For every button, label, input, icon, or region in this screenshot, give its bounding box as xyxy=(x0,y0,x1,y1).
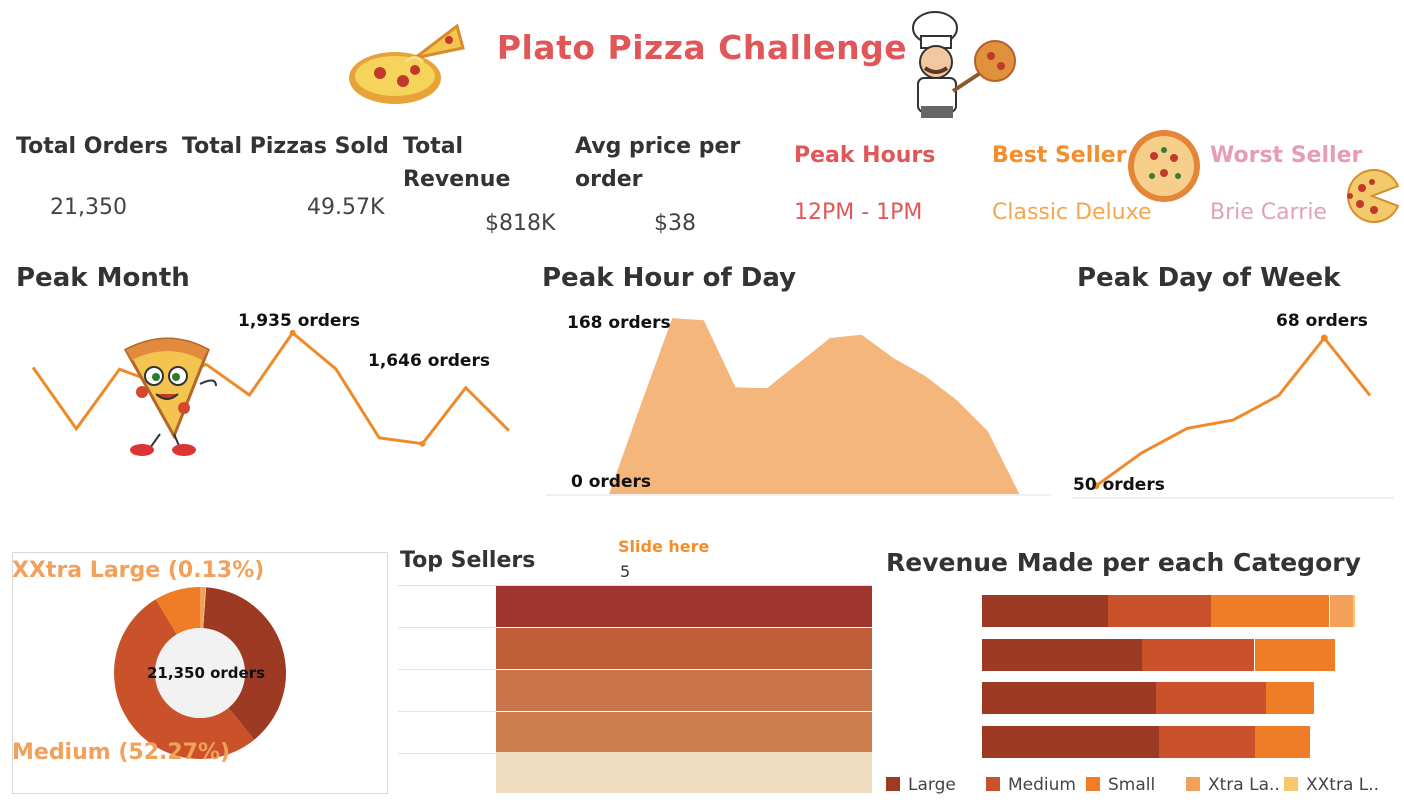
chef-illustration-icon xyxy=(912,11,1016,118)
legend-item-4: XXtra L.. xyxy=(1284,775,1379,795)
revenue-bar-segment xyxy=(1211,595,1330,627)
kpi-total-orders-value: 21,350 xyxy=(50,195,127,220)
legend-swatch xyxy=(1086,777,1100,791)
kpi-total-orders-label: Total Orders xyxy=(16,134,168,159)
top-seller-row xyxy=(398,586,872,627)
legend-label: XXtra L.. xyxy=(1306,775,1380,795)
legend-item-1: Medium xyxy=(986,775,1076,795)
legend-item-2: Small xyxy=(1086,775,1155,795)
peak-month-line xyxy=(31,330,511,446)
kpi-pizzas-sold-label: Total Pizzas Sold xyxy=(182,134,389,159)
slider-value[interactable]: 5 xyxy=(620,562,630,581)
top-sellers-title: Top Sellers xyxy=(400,548,536,573)
peak-day-min-annotation: 50 orders xyxy=(1073,475,1165,495)
top-seller-bar xyxy=(496,712,872,753)
dashboard-title: Plato Pizza Challenge xyxy=(496,28,908,67)
legend-swatch xyxy=(1186,777,1200,791)
kpi-avg-price-value: $38 xyxy=(654,211,696,236)
revenue-bar-segment xyxy=(1255,726,1311,758)
whole-pizza-icon xyxy=(1128,130,1200,202)
peak-hours-label: Peak Hours xyxy=(794,143,936,168)
peak-day-max-annotation: 68 orders xyxy=(1276,311,1368,331)
revenue-bar-segment xyxy=(1353,595,1356,627)
legend-label: Large xyxy=(908,775,956,795)
revenue-bar-segment xyxy=(982,726,1159,758)
peak-hours-value: 12PM - 1PM xyxy=(794,200,923,225)
kpi-total-revenue-label: Total Revenue xyxy=(403,134,511,192)
revenue-bar-segment xyxy=(1155,682,1267,714)
pizza-mascot-icon xyxy=(123,337,217,456)
legend-label: Small xyxy=(1108,775,1156,795)
peak-hour-area xyxy=(577,318,1020,494)
revenue-category-title: Revenue Made per each Category xyxy=(886,548,1361,577)
legend-item-3: Xtra La.. xyxy=(1186,775,1280,795)
revenue-bar-segment xyxy=(1108,595,1211,627)
revenue-bar-segment xyxy=(982,682,1156,714)
peak-hour-max-annotation: 168 orders xyxy=(567,313,671,333)
top-seller-row xyxy=(398,628,872,669)
revenue-bar-segment xyxy=(1254,639,1335,671)
revenue-bar-segment xyxy=(1158,726,1256,758)
xxtra-large-name: XXtra Large xyxy=(12,558,161,583)
donut-center-label: 21,350 orders xyxy=(147,664,266,682)
top-seller-row xyxy=(398,712,872,753)
peak-day-line xyxy=(1095,335,1372,488)
kpi-avg-price-label: Avg price per order xyxy=(575,134,741,192)
revenue-bar-segment xyxy=(1266,682,1315,714)
pepperoni-pizza-icon xyxy=(1347,169,1400,223)
revenue-bar-segment xyxy=(982,639,1142,671)
worst-seller-label: Worst Seller xyxy=(1210,143,1363,168)
peak-day-marker xyxy=(1320,334,1328,342)
best-seller-label: Best Seller xyxy=(992,143,1127,168)
peak-month-marker xyxy=(419,440,426,447)
peak-month-title: Peak Month xyxy=(16,263,190,293)
peak-month-min-annotation: 1,646 orders xyxy=(368,351,490,371)
revenue-bar-segment xyxy=(1141,639,1255,671)
legend-label: Xtra La.. xyxy=(1208,775,1280,795)
top-seller-row xyxy=(398,752,872,793)
legend-swatch xyxy=(1284,777,1298,791)
xxtra-large-label: XXtra Large (0.13%) xyxy=(12,558,264,583)
peak-day-title: Peak Day of Week xyxy=(1077,263,1341,293)
kpi-total-revenue-value: $818K xyxy=(485,211,556,236)
legend-item-0: Large xyxy=(886,775,956,795)
worst-seller-value: Brie Carrie xyxy=(1210,200,1327,225)
legend-swatch xyxy=(886,777,900,791)
peak-hour-title: Peak Hour of Day xyxy=(542,263,797,293)
pizza-illustration-icon xyxy=(349,23,465,104)
peak-hour-min-annotation: 0 orders xyxy=(571,472,652,492)
peak-month-max-annotation: 1,935 orders xyxy=(238,311,360,331)
top-seller-row xyxy=(398,670,872,711)
medium-size-label: Medium (52.27%) xyxy=(12,740,230,765)
revenue-bar-segment xyxy=(982,595,1109,627)
medium-pct: (52.27%) xyxy=(118,740,231,765)
xxtra-large-pct: (0.13%) xyxy=(167,558,265,583)
legend-swatch xyxy=(986,777,1000,791)
top-seller-bar xyxy=(496,586,872,627)
top-seller-bar xyxy=(496,752,872,793)
top-seller-bar xyxy=(496,670,872,711)
revenue-bar-segment xyxy=(1329,595,1354,627)
top-seller-bar xyxy=(496,628,872,669)
legend-label: Medium xyxy=(1008,775,1076,795)
kpi-pizzas-sold-value: 49.57K xyxy=(307,195,385,220)
medium-name: Medium xyxy=(12,740,111,765)
slider-hint[interactable]: Slide here xyxy=(618,537,709,556)
